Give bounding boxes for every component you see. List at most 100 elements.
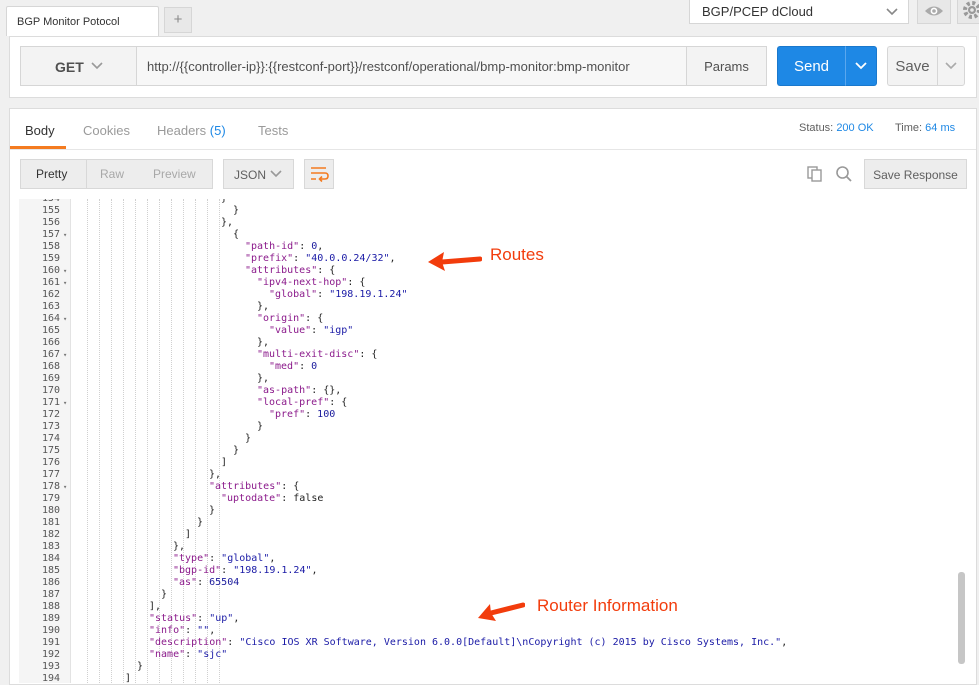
- code-line: 184 "type": "global",: [19, 553, 959, 565]
- status-readout: Status: 200 OK: [799, 122, 874, 134]
- fold-toggle-icon[interactable]: ▾: [63, 313, 67, 325]
- quick-look-button[interactable]: [917, 0, 951, 24]
- save-options-button[interactable]: [937, 46, 965, 86]
- tab-headers[interactable]: Headers (5): [157, 123, 226, 138]
- code-text: "bgp-id": "198.19.1.24",: [173, 565, 318, 576]
- chevron-down-icon: [855, 62, 867, 70]
- manage-environments-button[interactable]: [957, 0, 979, 24]
- line-number: 172: [41, 409, 60, 420]
- code-text: }: [245, 433, 252, 444]
- code-line: 163},: [19, 301, 959, 313]
- code-line: 170 "as-path": {},: [19, 385, 959, 397]
- code-text: "as-path": {},: [257, 385, 342, 396]
- fold-toggle-icon[interactable]: ▾: [63, 481, 67, 493]
- code-text: }: [137, 661, 144, 672]
- code-text: },: [209, 469, 222, 480]
- tab-body[interactable]: Body: [25, 123, 55, 138]
- code-line: 156},: [19, 217, 959, 229]
- line-number: 177: [41, 469, 60, 480]
- line-number: 161: [41, 277, 60, 288]
- code-text: "local-pref": {: [257, 397, 348, 408]
- send-options-button[interactable]: [845, 46, 877, 86]
- tab-tests[interactable]: Tests: [258, 123, 288, 138]
- code-line: 177},: [19, 469, 959, 481]
- preview-button[interactable]: Preview: [153, 167, 196, 181]
- line-number: 173: [41, 421, 60, 432]
- wrap-lines-icon: [311, 167, 329, 183]
- code-text: "attributes": {: [245, 265, 336, 276]
- line-number: 171: [41, 397, 60, 408]
- tab-bgp-monitor[interactable]: BGP Monitor Potocol: [6, 6, 159, 36]
- fold-toggle-icon[interactable]: ▾: [63, 265, 67, 277]
- code-line: 194]: [19, 673, 959, 683]
- save-button[interactable]: Save: [887, 46, 937, 86]
- code-text: "uptodate": false: [221, 493, 324, 504]
- line-number: 165: [41, 325, 60, 336]
- code-text: ]: [125, 673, 132, 683]
- fold-toggle-icon[interactable]: ▾: [63, 277, 67, 289]
- code-text: "prefix": "40.0.0.24/32",: [245, 253, 396, 264]
- code-text: },: [221, 217, 234, 228]
- routes-annotation: Routes: [490, 245, 544, 264]
- code-text: "name": "sjc": [149, 649, 228, 660]
- code-line: 165 "value": "igp": [19, 325, 959, 337]
- raw-button[interactable]: Raw: [100, 167, 124, 181]
- code-text: "attributes": {: [209, 481, 300, 492]
- line-number: 175: [41, 445, 60, 456]
- chevron-down-icon: [886, 8, 898, 16]
- tab-bar: BGP Monitor Potocol + BGP/PCEP dCloud: [0, 0, 979, 36]
- line-number: 184: [41, 553, 60, 564]
- code-line: 191 "description": "Cisco IOS XR Software…: [19, 637, 959, 649]
- line-number: 158: [41, 241, 60, 252]
- code-line: 157 ▾ {: [19, 229, 959, 241]
- add-tab-button[interactable]: +: [164, 7, 192, 33]
- time-label: Time:: [895, 122, 923, 134]
- code-line: 190 "info": "",: [19, 625, 959, 637]
- line-number: 176: [41, 457, 60, 468]
- code-text: "path-id": 0,: [245, 241, 324, 252]
- code-line: 171 ▾ "local-pref": {: [19, 397, 959, 409]
- wrap-lines-button[interactable]: [304, 159, 334, 189]
- code-text: ],: [149, 601, 162, 612]
- line-number: 169: [41, 373, 60, 384]
- params-button[interactable]: Params: [686, 46, 767, 86]
- environment-label: BGP/PCEP dCloud: [702, 4, 814, 19]
- code-line: 179 "uptodate": false: [19, 493, 959, 505]
- code-line: 176]: [19, 457, 959, 469]
- tab-divider: [10, 149, 976, 150]
- line-number: 179: [41, 493, 60, 504]
- format-select[interactable]: JSON: [223, 159, 294, 189]
- environment-select[interactable]: BGP/PCEP dCloud: [689, 0, 909, 24]
- fold-toggle-icon[interactable]: ▾: [63, 397, 67, 409]
- line-number: 187: [41, 589, 60, 600]
- format-label: JSON: [234, 168, 267, 182]
- search-icon[interactable]: [835, 165, 853, 183]
- method-select[interactable]: GET: [20, 46, 137, 86]
- code-text: "type": "global",: [173, 553, 276, 564]
- code-text: "pref": 100: [269, 409, 336, 420]
- code-text: "origin": {: [257, 313, 324, 324]
- line-number: 170: [41, 385, 60, 396]
- line-number: 164: [41, 313, 60, 324]
- code-line: 172 "pref": 100: [19, 409, 959, 421]
- line-number: 166: [41, 337, 60, 348]
- send-button[interactable]: Send: [777, 46, 845, 86]
- view-mode-divider: [86, 160, 87, 188]
- code-line: 159 "prefix": "40.0.0.24/32",: [19, 253, 959, 265]
- fold-toggle-icon[interactable]: ▾: [63, 349, 67, 361]
- code-line: 175}: [19, 445, 959, 457]
- url-input[interactable]: http://{{controller-ip}}:{{restconf-port…: [136, 46, 687, 86]
- code-text: },: [257, 373, 270, 384]
- save-response-button[interactable]: Save Response: [864, 159, 967, 189]
- code-line: 174}: [19, 433, 959, 445]
- copy-icon[interactable]: [806, 165, 824, 183]
- line-number: 183: [41, 541, 60, 552]
- code-line: 181}: [19, 517, 959, 529]
- code-text: }: [161, 589, 168, 600]
- code-line: 182]: [19, 529, 959, 541]
- method-label: GET: [55, 59, 84, 75]
- pretty-button[interactable]: Pretty: [36, 167, 67, 181]
- scrollbar[interactable]: [958, 572, 965, 664]
- fold-toggle-icon[interactable]: ▾: [63, 229, 67, 241]
- tab-cookies[interactable]: Cookies: [83, 123, 130, 138]
